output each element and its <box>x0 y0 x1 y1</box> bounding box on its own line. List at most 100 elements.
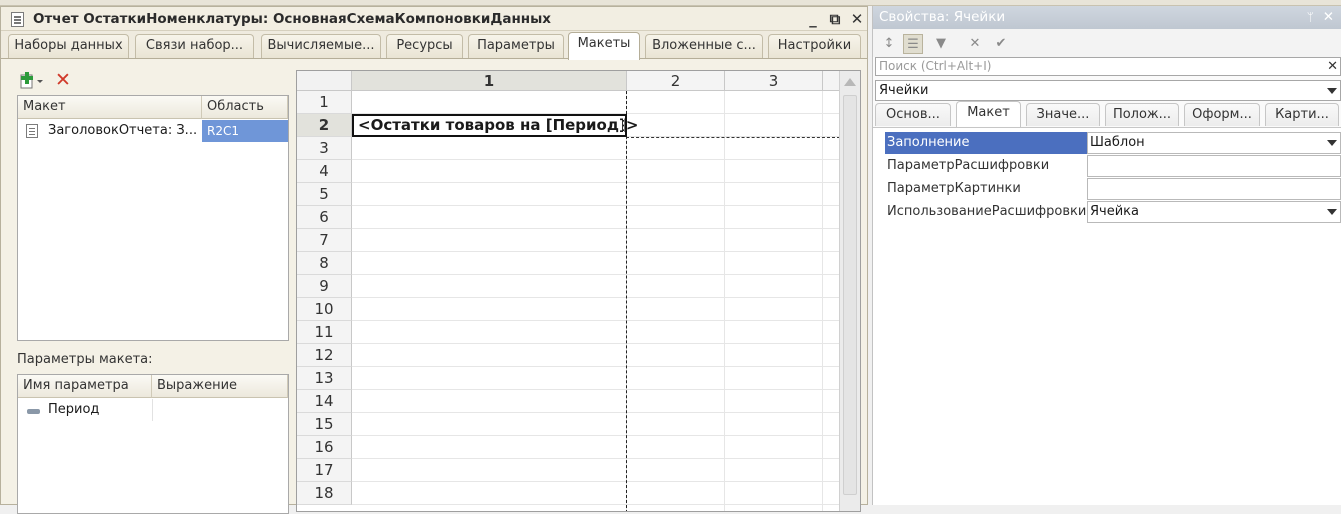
column-header-1[interactable]: 1 <box>352 71 627 91</box>
properties-title-bar: Свойства: Ячейки ᛘ ✕ <box>873 6 1341 29</box>
row-header-5[interactable]: 5 <box>297 183 352 206</box>
tab-appearance[interactable]: Оформ... <box>1184 103 1260 126</box>
row-header-4[interactable]: 4 <box>297 160 352 183</box>
row-header-16[interactable]: 16 <box>297 436 352 459</box>
property-value-picture-param[interactable] <box>1087 178 1341 200</box>
column-header-layout[interactable]: Макет <box>18 96 202 119</box>
row-header-15[interactable]: 15 <box>297 413 352 436</box>
property-value-details-use[interactable]: Ячейка <box>1087 201 1341 223</box>
add-icon <box>20 72 43 89</box>
grid-line <box>724 91 725 511</box>
editor-title: Отчет ОстаткиНоменклатуры: ОсновнаяСхема… <box>33 11 552 27</box>
grid-line <box>352 366 840 367</box>
row-header-13[interactable]: 13 <box>297 367 352 390</box>
apply-icon[interactable]: ✔ <box>991 34 1011 54</box>
property-value-fill[interactable]: Шаблон <box>1087 132 1341 154</box>
column-header-4[interactable] <box>823 71 840 91</box>
categories-icon[interactable]: ☰ <box>903 34 923 54</box>
tab-basic[interactable]: Основ... <box>875 103 951 126</box>
properties-toolbar: ↕ ☰ ▼ ✕ ✔ <box>873 29 1341 57</box>
tab-parameters[interactable]: Параметры <box>468 34 564 58</box>
properties-search-input[interactable]: Поиск (Ctrl+Alt+I) ✕ <box>875 57 1341 76</box>
layout-params-table: Имя параметра Выражение Период <box>17 374 289 514</box>
add-layout-button[interactable] <box>19 71 43 91</box>
chevron-down-icon[interactable] <box>1327 209 1337 215</box>
grid-line <box>352 435 840 436</box>
spreadsheet-layout[interactable]: 1 2 3 1 2 3 4 5 6 7 8 9 10 11 12 13 14 15 16 17 18 <Остат… <box>296 70 861 512</box>
grid-line <box>352 274 840 275</box>
column-header-2[interactable]: 2 <box>627 71 725 91</box>
pin-icon[interactable]: ᛘ <box>1307 6 1314 28</box>
minimize-button[interactable]: _ <box>803 9 823 29</box>
tab-value[interactable]: Значе... <box>1026 103 1100 126</box>
property-name-fill[interactable]: Заполнение <box>885 132 1088 154</box>
row-header-14[interactable]: 14 <box>297 390 352 413</box>
property-name-details-param[interactable]: ПараметрРасшифровки <box>885 155 1088 177</box>
tab-dataset-links[interactable]: Связи набор... <box>135 34 254 58</box>
property-name-details-use[interactable]: ИспользованиеРасшифровки <box>885 201 1088 223</box>
layout-params-label: Параметры макета: <box>17 352 153 367</box>
tab-position[interactable]: Полож... <box>1105 103 1179 126</box>
tab-nested-schemas[interactable]: Вложенные с... <box>645 34 763 58</box>
properties-panel: Свойства: Ячейки ᛘ ✕ ↕ ☰ ▼ ✕ ✔ Поиск (Ct… <box>872 6 1341 505</box>
filter-icon[interactable]: ▼ <box>931 34 951 54</box>
properties-close-button[interactable]: ✕ <box>1323 6 1334 28</box>
column-header-expression[interactable]: Выражение <box>152 375 288 398</box>
parameter-icon <box>27 409 40 414</box>
fill-value: Шаблон <box>1090 135 1145 150</box>
tab-resources[interactable]: Ресурсы <box>386 34 463 58</box>
row-header-8[interactable]: 8 <box>297 252 352 275</box>
column-header-3[interactable]: 3 <box>725 71 823 91</box>
active-cell-r2c1[interactable]: <Остатки товаров на [Период]> <box>352 114 638 137</box>
column-header-area[interactable]: Область <box>202 96 288 119</box>
vertical-scrollbar[interactable] <box>839 71 860 511</box>
row-header-9[interactable]: 9 <box>297 275 352 298</box>
object-select[interactable]: Ячейки <box>875 80 1341 101</box>
details-use-value: Ячейка <box>1090 204 1139 219</box>
tab-layout[interactable]: Макет <box>956 101 1021 127</box>
properties-tab-bar: Основ... Макет Значе... Полож... Оформ..… <box>873 101 1341 128</box>
tab-calculated-fields[interactable]: Вычисляемые... <box>261 34 381 58</box>
chevron-down-icon[interactable] <box>1327 140 1337 146</box>
property-value-details-param[interactable] <box>1087 155 1341 177</box>
close-button[interactable]: ✕ <box>847 9 867 29</box>
column-header-param-name[interactable]: Имя параметра <box>18 375 152 398</box>
layout-row-name[interactable]: ЗаголовокОтчета: З... <box>18 120 202 142</box>
row-header-6[interactable]: 6 <box>297 206 352 229</box>
grid-line <box>352 297 840 298</box>
property-name-picture-param[interactable]: ПараметрКартинки <box>885 178 1088 200</box>
scroll-thumb[interactable] <box>843 95 857 495</box>
scroll-up-icon[interactable] <box>844 78 856 86</box>
delete-icon[interactable]: ✕ <box>55 70 75 90</box>
row-header-1[interactable]: 1 <box>297 91 352 114</box>
grid-line <box>352 481 840 482</box>
param-row[interactable]: Период <box>18 399 288 421</box>
editor-title-bar: Отчет ОстаткиНоменклатуры: ОсновнаяСхема… <box>1 7 867 31</box>
row-header-12[interactable]: 12 <box>297 344 352 367</box>
properties-title: Свойства: Ячейки <box>879 9 1006 25</box>
grid-line <box>352 343 840 344</box>
row-header-11[interactable]: 11 <box>297 321 352 344</box>
clear-icon[interactable]: ✕ <box>965 34 985 54</box>
chevron-down-icon[interactable] <box>1327 88 1337 94</box>
editor-tab-bar: Наборы данных Связи набор... Вычисляемые… <box>1 31 867 60</box>
sort-az-icon[interactable]: ↕ <box>879 34 899 54</box>
row-header-3[interactable]: 3 <box>297 137 352 160</box>
area-border <box>626 137 840 138</box>
row-header-10[interactable]: 10 <box>297 298 352 321</box>
row-header-18[interactable]: 18 <box>297 482 352 505</box>
tab-datasets[interactable]: Наборы данных <box>8 34 129 58</box>
grid-line <box>352 159 840 160</box>
tab-picture[interactable]: Карти... <box>1265 103 1339 126</box>
search-clear-icon[interactable]: ✕ <box>1327 58 1338 75</box>
layout-row-area[interactable]: R2C1 <box>202 120 288 142</box>
page-break-vertical <box>626 91 627 511</box>
grid-line <box>822 91 823 511</box>
tab-settings[interactable]: Настройки <box>768 34 861 58</box>
restore-button[interactable]: ⧉ <box>825 9 845 29</box>
sheet-corner[interactable] <box>297 71 352 91</box>
row-header-17[interactable]: 17 <box>297 459 352 482</box>
tab-layouts[interactable]: Макеты <box>568 32 640 60</box>
row-header-2[interactable]: 2 <box>297 114 352 137</box>
row-header-7[interactable]: 7 <box>297 229 352 252</box>
